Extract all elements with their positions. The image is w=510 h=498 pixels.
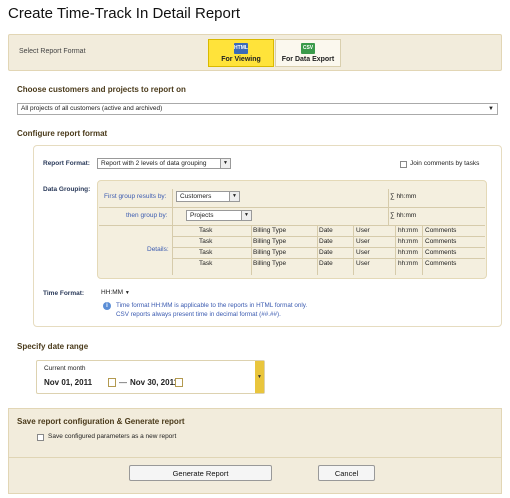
cancel-button[interactable]: Cancel [318, 465, 375, 481]
format-html-button[interactable]: HTML For Viewing [208, 39, 274, 67]
date-from: Nov 01, 2011 [44, 378, 93, 387]
format-csv-button[interactable]: CSV For Data Export [275, 39, 341, 67]
report-format-label: Select Report Format [19, 48, 86, 55]
first-group-sigma: ∑ hh:mm [390, 193, 417, 200]
time-format-select[interactable]: HH:MM ▼ [101, 289, 130, 296]
data-grouping-label: Data Grouping: [43, 186, 91, 193]
info-icon: i [103, 302, 111, 310]
detail-cell: hh:mm [398, 260, 418, 267]
date-range-heading: Specify date range [17, 342, 89, 351]
detail-cell: Comments [425, 227, 457, 234]
detail-cell: Date [319, 238, 333, 245]
detail-cell: hh:mm [398, 249, 418, 256]
detail-cell: Task [199, 249, 213, 256]
first-group-label: First group results by: [104, 193, 167, 200]
detail-cell: Date [319, 227, 333, 234]
then-group-label: then group by: [126, 212, 168, 219]
save-params-label: Save configured parameters as a new repo… [48, 433, 177, 440]
page-title: Create Time-Track In Detail Report [8, 5, 241, 22]
then-group-sigma: ∑ hh:mm [390, 212, 417, 219]
customers-heading: Choose customers and projects to report … [17, 85, 186, 94]
date-separator: — [119, 378, 127, 387]
csv-file-icon: CSV [301, 43, 315, 54]
detail-cell: hh:mm [398, 238, 418, 245]
detail-cell: Task [199, 227, 213, 234]
format-csv-label: For Data Export [281, 56, 335, 63]
chevron-down-icon: ▼ [220, 159, 230, 168]
then-group-value: Projects [190, 212, 214, 219]
time-format-value: HH:MM [101, 289, 124, 296]
join-comments-label: Join comments by tasks [410, 160, 480, 167]
chevron-down-icon: ▼ [124, 290, 130, 296]
detail-cell: Date [319, 249, 333, 256]
first-group-value: Customers [180, 193, 212, 200]
date-preset: Current month [44, 365, 86, 372]
detail-cell: Billing Type [253, 249, 287, 256]
detail-cell: User [356, 238, 370, 245]
time-format-note: Time format HH:MM is applicable to the r… [116, 301, 307, 319]
chevron-down-icon: ▼ [488, 106, 494, 112]
detail-cell: User [356, 260, 370, 267]
detail-cell: Task [199, 260, 213, 267]
calendar-icon[interactable] [108, 378, 116, 387]
customers-select-value: All projects of all customers (active an… [21, 105, 163, 112]
report-format-bar: Select Report Format HTML For Viewing CS… [8, 34, 502, 71]
detail-cell: Billing Type [253, 227, 287, 234]
join-comments-checkbox[interactable] [400, 161, 407, 168]
save-heading: Save report configuration & Generate rep… [17, 417, 185, 426]
then-group-select[interactable]: Projects ▼ [186, 210, 252, 221]
report-format-select[interactable]: Report with 2 levels of data grouping ▼ [97, 158, 231, 169]
detail-cell: Date [319, 260, 333, 267]
date-range-dropdown-button[interactable]: ▼ [255, 361, 264, 393]
detail-cell: Comments [425, 249, 457, 256]
chevron-down-icon: ▼ [241, 211, 251, 220]
first-group-select[interactable]: Customers ▼ [176, 191, 240, 202]
detail-cell: User [356, 227, 370, 234]
detail-cell: Comments [425, 238, 457, 245]
time-format-note-line2: CSV reports always present time in decim… [116, 311, 281, 318]
report-format-field-label: Report Format: [43, 160, 90, 167]
generate-report-button[interactable]: Generate Report [129, 465, 272, 481]
save-params-checkbox[interactable] [37, 434, 44, 441]
date-range-picker[interactable]: Current month Nov 01, 2011 — Nov 30, 201… [36, 360, 265, 394]
time-format-note-line1: Time format HH:MM is applicable to the r… [116, 302, 308, 309]
time-format-label: Time Format: [43, 290, 85, 297]
detail-cell: User [356, 249, 370, 256]
html-file-icon: HTML [234, 43, 248, 54]
chevron-down-icon: ▼ [229, 192, 239, 201]
report-format-select-value: Report with 2 levels of data grouping [101, 160, 207, 167]
detail-cell: hh:mm [398, 227, 418, 234]
detail-cell: Billing Type [253, 238, 287, 245]
calendar-icon[interactable] [175, 378, 183, 387]
customers-select[interactable]: All projects of all customers (active an… [17, 103, 498, 115]
configure-heading: Configure report format [17, 129, 108, 138]
detail-cell: Comments [425, 260, 457, 267]
details-label: Details: [147, 246, 169, 253]
format-html-label: For Viewing [221, 56, 261, 63]
detail-cell: Task [199, 238, 213, 245]
date-to: Nov 30, 2011 [130, 378, 179, 387]
detail-cell: Billing Type [253, 260, 287, 267]
